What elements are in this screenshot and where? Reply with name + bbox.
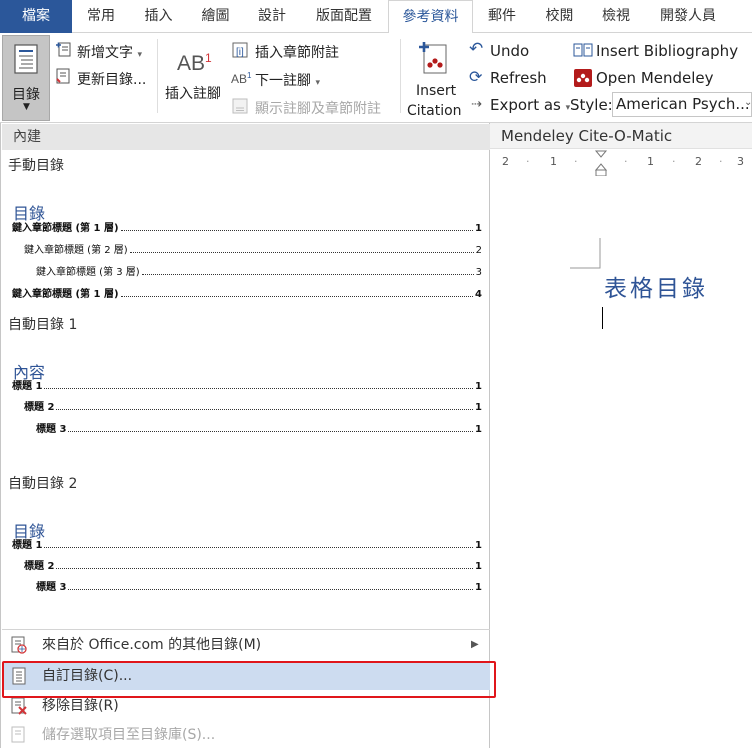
tab-references[interactable]: 參考資料 (388, 0, 473, 34)
toc-line: 標題 11 (12, 381, 482, 392)
indent-marker-icon (594, 150, 608, 177)
gallery-label: 自動目錄 2 (8, 476, 78, 492)
ruler-dot: · (574, 155, 578, 168)
undo-button[interactable]: Undo (490, 42, 529, 60)
section-header-builtin: 內建 (2, 124, 490, 150)
tab-design[interactable]: 設計 (244, 0, 300, 33)
gallery-label: 手動目錄 (8, 158, 64, 174)
toc-gallery-automatic-1[interactable]: 自動目錄 1 內容 標題 11 標題 21 標題 31 (2, 310, 490, 460)
toc-line: 標題 21 (24, 402, 482, 413)
document-page[interactable]: 表格目錄 (490, 176, 752, 748)
insert-bibliography-button[interactable]: Insert Bibliography (596, 42, 738, 60)
add-text-icon (56, 42, 71, 57)
insert-endnote-button[interactable]: 插入章節附註 (255, 42, 339, 62)
export-icon: ⇢ (471, 97, 482, 112)
next-footnote-icon: AB1 (231, 71, 252, 86)
menu-item-more-tocs-office[interactable]: 來自於 Office.com 的其他目錄(M) ▶ (2, 631, 490, 659)
citation-style-value: American Psych... (616, 95, 750, 113)
toc-line: 標題 11 (12, 540, 482, 551)
footnote-icon: AB1 (177, 51, 212, 75)
ruler-dot: · (672, 155, 676, 168)
tab-layout[interactable]: 版面配置 (300, 0, 388, 33)
show-notes-icon (232, 98, 248, 114)
toc-button-label: 目錄 (12, 87, 40, 103)
ruler-mark: 3 (737, 155, 744, 168)
toc-gallery-automatic-2[interactable]: 自動目錄 2 目錄 標題 11 標題 21 標題 31 (2, 469, 490, 619)
ribbon-divider (400, 39, 401, 113)
tab-file[interactable]: 檔案 (0, 0, 72, 33)
toc-line: 鍵入章節標題 (第 1 層) 1 (12, 223, 482, 234)
insert-footnote-button[interactable]: AB1 插入註腳 (162, 37, 224, 107)
update-toc-button[interactable]: 更新目錄... (77, 69, 146, 89)
show-notes-button: 顯示註腳及章節附註 (255, 101, 381, 117)
menu-item-label: 儲存選取項目至目錄庫(S)... (42, 727, 216, 743)
insert-citation-label-2: Citation (407, 103, 462, 119)
tab-view[interactable]: 檢視 (588, 0, 644, 33)
ruler-dot: · (624, 155, 628, 168)
office-toc-icon (11, 636, 27, 654)
toc-icon (14, 44, 38, 74)
next-footnote-button[interactable]: 下一註腳 ▾ (255, 70, 320, 90)
pane-header-title: Mendeley Cite-O-Matic (501, 127, 673, 145)
style-label: Style: (570, 96, 613, 114)
toc-line: 鍵入章節標題 (第 3 層) 3 (36, 267, 482, 278)
tab-mailings[interactable]: 郵件 (473, 0, 531, 33)
export-as-button[interactable]: Export as ▾ (490, 96, 570, 114)
mendeley-pane-header: Mendeley Cite-O-Matic (490, 123, 752, 149)
text-cursor (602, 307, 603, 329)
toc-line: 標題 21 (24, 561, 482, 572)
toc-line: 鍵入章節標題 (第 1 層) 4 (12, 289, 482, 300)
svg-text:[i]: [i] (236, 47, 244, 58)
add-text-button[interactable]: 新增文字 ▾ (77, 42, 142, 62)
update-toc-icon (56, 68, 70, 84)
refresh-button[interactable]: Refresh (490, 69, 547, 87)
insert-citation-label-1: Insert (416, 83, 457, 99)
mendeley-icon (574, 69, 592, 87)
insert-footnote-label: 插入註腳 (165, 86, 221, 102)
insert-endnote-icon: [i] (232, 42, 248, 58)
margin-corner-mark (570, 238, 601, 269)
undo-icon: ↶ (469, 39, 484, 59)
toc-dropdown-menu: 內建 手動目錄 目錄 鍵入章節標題 (第 1 層) 1 鍵入章節標題 (第 2 層… (0, 123, 490, 748)
remove-toc-icon (11, 697, 27, 715)
bibliography-icon (573, 43, 593, 57)
tab-review[interactable]: 校閱 (531, 0, 588, 33)
ruler-mark: 1 (647, 155, 654, 168)
toc-button[interactable]: 目錄 ▼ (2, 35, 50, 121)
tab-insert[interactable]: 插入 (130, 0, 187, 33)
refresh-icon: ⟳ (469, 67, 483, 86)
ribbon-tab-bar: 檔案 常用 插入 繪圖 設計 版面配置 參考資料 郵件 校閱 檢視 開發人員 (0, 0, 752, 34)
save-selection-icon (11, 726, 25, 743)
submenu-arrow-icon: ▶ (471, 639, 479, 650)
toc-line: 標題 31 (36, 424, 482, 435)
citation-style-select[interactable]: American Psych... ⌄ (612, 92, 752, 117)
ruler-mark: 1 (550, 155, 557, 168)
toc-line: 鍵入章節標題 (第 2 層) 2 (24, 245, 482, 256)
insert-citation-button[interactable]: Insert Citation (404, 37, 464, 121)
toc-gallery-manual[interactable]: 手動目錄 目錄 鍵入章節標題 (第 1 層) 1 鍵入章節標題 (第 2 層) 2 … (2, 151, 490, 305)
document-heading: 表格目錄 (604, 276, 708, 302)
ruler-dot: · (719, 155, 723, 168)
horizontal-ruler: 2 · 1 · · 1 · 2 · 3 (490, 150, 752, 177)
menu-item-label: 來自於 Office.com 的其他目錄(M) (42, 637, 262, 653)
menu-item-save-selection: 儲存選取項目至目錄庫(S)... (2, 721, 490, 748)
toc-line: 標題 31 (36, 582, 482, 593)
open-mendeley-button[interactable]: Open Mendeley (596, 69, 714, 87)
ruler-mark: 2 (695, 155, 702, 168)
gallery-label: 自動目錄 1 (8, 317, 78, 333)
chevron-down-icon: ⌄ (744, 97, 752, 108)
ribbon: 目錄 ▼ 新增文字 ▾ 更新目錄... AB1 插入註腳 [i] 插入章節附註 … (0, 33, 752, 123)
ribbon-divider (157, 39, 158, 113)
menu-separator (2, 629, 490, 630)
tab-home[interactable]: 常用 (72, 0, 130, 33)
chevron-down-icon: ▼ (23, 102, 30, 112)
ruler-dot: · (526, 155, 530, 168)
tab-draw[interactable]: 繪圖 (187, 0, 244, 33)
mendeley-citation-icon (419, 42, 447, 74)
ruler-mark: 2 (502, 155, 509, 168)
highlight-box (2, 661, 496, 698)
tab-developer[interactable]: 開發人員 (644, 0, 732, 33)
